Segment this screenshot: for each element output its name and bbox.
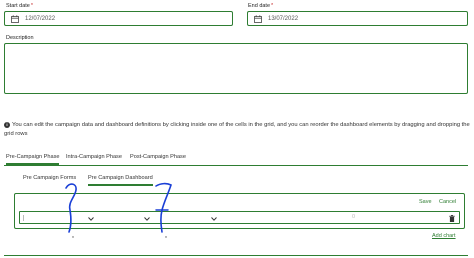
drag-handle[interactable] [23, 215, 24, 221]
chevron-down-icon[interactable] [211, 217, 217, 221]
calendar-icon[interactable] [11, 15, 19, 23]
info-text: You can edit the campaign data and dashb… [4, 122, 470, 137]
tab-pre-campaign-dashboard[interactable]: Pre Campaign Dashboard [88, 174, 153, 186]
info-icon: i [4, 122, 10, 128]
description-label: Description [6, 35, 34, 41]
end-date-field[interactable]: 13/07/2022 [247, 11, 468, 26]
description-textarea[interactable] [4, 43, 468, 94]
end-date-label: End date* [248, 3, 274, 9]
tab-pre-campaign-phase[interactable]: Pre-Campaign Phase [6, 153, 60, 165]
calendar-icon[interactable] [254, 15, 262, 23]
phase-tabs: Pre-Campaign Phase Intra-Campaign Phase … [4, 153, 468, 166]
divider [4, 255, 468, 256]
grid-row[interactable] [19, 211, 460, 224]
cancel-button[interactable]: Cancel [439, 199, 456, 205]
tab-intra-campaign-phase[interactable]: Intra-Campaign Phase [66, 153, 122, 165]
scribble-annotation-1 [65, 183, 77, 238]
save-button[interactable]: Save [419, 199, 432, 205]
trash-icon[interactable] [449, 215, 455, 222]
start-date-value: 12/07/2022 [25, 16, 56, 22]
info-message: i You can edit the campaign data and dash… [4, 121, 472, 138]
end-date-value: 13/07/2022 [268, 16, 299, 22]
start-date-label: Start date* [6, 3, 33, 9]
chevron-down-icon[interactable] [88, 217, 94, 221]
scribble-annotation-2 [155, 182, 172, 238]
add-chart-link[interactable]: Add chart [432, 233, 456, 239]
row-numeric-value: 0 [352, 214, 356, 220]
tab-post-campaign-phase[interactable]: Post-Campaign Phase [130, 153, 186, 165]
chevron-down-icon[interactable] [144, 217, 150, 221]
start-date-field[interactable]: 12/07/2022 [4, 11, 233, 26]
